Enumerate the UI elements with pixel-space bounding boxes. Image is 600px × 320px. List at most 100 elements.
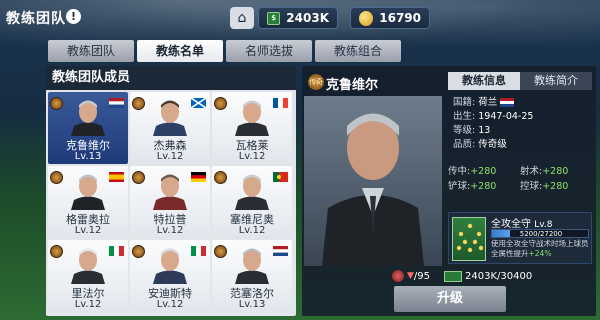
attr-label: 传中: — [448, 166, 471, 177]
coach-card-level: Lv.12 — [238, 225, 266, 236]
country-label: 国籍: — [453, 97, 476, 108]
legend-badge-icon — [50, 97, 63, 110]
tactic-skill[interactable]: 全攻全守 Lv.8 5200/27200 使用全攻全守战术时场上球员全属性提升+… — [448, 212, 592, 264]
coach-card[interactable]: 杰弗森 Lv.12 — [130, 92, 210, 164]
coach-card-level: Lv.12 — [156, 151, 184, 162]
coach-avatar — [153, 100, 187, 136]
coin-icon — [359, 10, 374, 26]
coach-list-panel: 教练团队成员 克鲁维尔 Lv.13 杰弗森 Lv.12 瓦格莱 Lv.12 格雷奥拉 Lv.1… — [46, 66, 296, 316]
level-value: 13 — [478, 125, 491, 136]
country-flag-icon — [109, 98, 124, 108]
coach-card[interactable]: 克鲁维尔 Lv.13 — [48, 92, 128, 164]
coach-card-level: Lv.12 — [238, 151, 266, 162]
coin-value: 16790 — [379, 11, 421, 25]
coach-card-level: Lv.12 — [74, 225, 102, 236]
legend-badge: 传奇 — [308, 74, 324, 90]
coach-avatar — [235, 248, 269, 284]
country-flag-icon — [191, 246, 206, 256]
tab-mentor-selection[interactable]: 名师选拔 — [226, 40, 312, 62]
home-icon[interactable]: ⌂ — [230, 7, 254, 29]
upgrade-requirements: ▼ /95 2403K /30400 — [392, 268, 592, 284]
coach-avatar — [153, 248, 187, 284]
attr-value: +280 — [470, 181, 497, 192]
detail-tabs: 教练信息 教练简介 — [448, 72, 592, 90]
cash-icon — [444, 270, 463, 282]
quality-value: 传奇级 — [478, 139, 507, 150]
card-piece-count: /95 — [413, 270, 431, 282]
legend-badge-icon — [132, 171, 145, 184]
coach-name: 克鲁维尔 — [326, 78, 379, 93]
cash-owned: 2403K — [465, 270, 498, 282]
coach-card-level: Lv.13 — [74, 151, 102, 162]
attr-label: 控球: — [520, 181, 543, 192]
quality-label: 品质: — [453, 139, 476, 150]
tab-coach-combo[interactable]: 教练组合 — [315, 40, 401, 62]
coach-card[interactable]: 里法尔 Lv.12 — [48, 240, 128, 312]
skill-bonus: +24% — [528, 249, 552, 258]
cash-required: /30400 — [497, 270, 533, 282]
legend-badge-icon — [50, 171, 63, 184]
coach-list-title: 教练团队成员 — [46, 66, 296, 90]
attr-value: +280 — [470, 166, 497, 177]
legend-badge-icon — [214, 97, 227, 110]
attr-value: +280 — [542, 166, 569, 177]
tab-coach-intro[interactable]: 教练简介 — [520, 72, 592, 90]
attr-label: 铲球: — [448, 181, 471, 192]
coach-info: 国籍: 荷兰 出生: 1947-04-25 等级: 13 品质: 传奇级 — [448, 94, 592, 154]
tab-coach-list[interactable]: 教练名单 — [137, 40, 223, 62]
country-flag-icon — [273, 246, 288, 256]
country-value: 荷兰 — [478, 97, 498, 108]
country-flag-icon — [191, 172, 206, 182]
page-title: 教练团队 — [6, 11, 66, 27]
coach-card-level: Lv.12 — [156, 225, 184, 236]
country-flag-icon — [273, 172, 288, 182]
attr-label: 射术: — [520, 166, 543, 177]
legend-badge-icon — [132, 245, 145, 258]
born-label: 出生: — [453, 111, 476, 122]
coach-avatar — [71, 248, 105, 284]
coach-card[interactable]: 范塞洛尔 Lv.13 — [212, 240, 292, 312]
flag-netherlands-icon — [500, 98, 515, 107]
coach-avatar — [71, 100, 105, 136]
coach-card[interactable]: 安迪斯特 Lv.12 — [130, 240, 210, 312]
coach-card[interactable]: 塞维尼奥 Lv.12 — [212, 166, 292, 238]
country-flag-icon — [273, 98, 288, 108]
coach-avatar — [153, 174, 187, 210]
country-flag-icon — [191, 98, 206, 108]
top-bar: 教练团队 ! ⌂ $ 2403K 16790 — [0, 0, 600, 36]
coach-card[interactable]: 特拉普 Lv.12 — [130, 166, 210, 238]
country-flag-icon — [109, 246, 124, 256]
coach-avatar — [71, 174, 105, 210]
skill-description: 使用全攻全守战术时场上球员全属性提升+24% — [491, 239, 591, 259]
coach-portrait — [304, 96, 442, 266]
coach-card[interactable]: 瓦格莱 Lv.12 — [212, 92, 292, 164]
coach-card[interactable]: 格雷奥拉 Lv.12 — [48, 166, 128, 238]
coach-avatar — [235, 174, 269, 210]
level-label: 等级: — [453, 125, 476, 136]
legend-badge-icon — [132, 97, 145, 110]
formation-icon — [452, 217, 486, 261]
born-value: 1947-04-25 — [478, 111, 534, 122]
attribute-bonuses: 传中:+280 射术:+280 铲球:+280 控球:+280 — [448, 164, 592, 196]
skill-title: 全攻全守 Lv.8 — [491, 215, 552, 230]
cash-display: $ 2403K — [258, 7, 338, 29]
legend-badge-icon — [214, 171, 227, 184]
cash-icon: $ — [267, 11, 281, 25]
cash-value: 2403K — [286, 11, 329, 25]
upgrade-button[interactable]: 升级 — [394, 286, 506, 312]
tab-coach-info[interactable]: 教练信息 — [448, 72, 520, 90]
skill-progress-text: 5200/27200 — [519, 230, 563, 238]
legend-badge-icon — [214, 245, 227, 258]
coach-card-level: Lv.13 — [238, 299, 266, 310]
card-piece-icon — [392, 270, 404, 282]
info-button[interactable]: ! — [66, 9, 81, 24]
coach-avatar — [235, 100, 269, 136]
country-flag-icon — [109, 172, 124, 182]
attr-value: +280 — [542, 181, 569, 192]
tab-coach-team[interactable]: 教练团队 — [48, 40, 134, 62]
coach-card-level: Lv.12 — [156, 299, 184, 310]
tab-bar: 教练团队 教练名单 名师选拔 教练组合 — [48, 40, 404, 62]
card-piece-current-icon: ▼ — [407, 271, 414, 281]
skill-progress-bar: 5200/27200 — [491, 229, 589, 238]
legend-badge-icon — [50, 245, 63, 258]
